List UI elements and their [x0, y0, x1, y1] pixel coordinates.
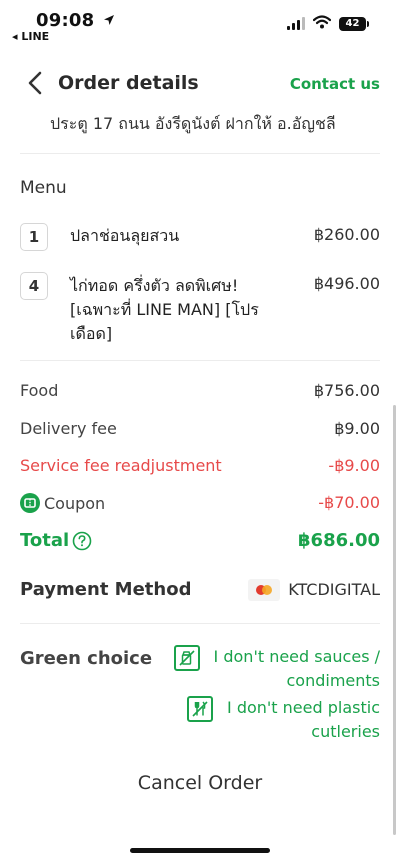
coupon-row: Coupon -฿70.00 [20, 493, 380, 517]
food-label: Food [20, 381, 59, 400]
battery-level: 42 [345, 18, 360, 29]
item-price: ฿260.00 [313, 225, 380, 244]
payment-method-label: Payment Method [20, 579, 192, 600]
green-option-no-cutlery[interactable]: I don't need plastic cutleries [187, 696, 380, 744]
total-label: Total [20, 530, 70, 551]
menu-title: Menu [20, 178, 67, 198]
item-price: ฿496.00 [313, 274, 380, 293]
option-line: cutleries [311, 722, 380, 741]
green-option-text: I don't need plastic cutleries [227, 696, 380, 744]
service-fee-row: Service fee readjustment -฿9.00 [20, 456, 380, 480]
option-line: condiments [286, 671, 380, 690]
wifi-icon [312, 14, 332, 33]
location-arrow-icon [103, 14, 115, 30]
item-quantity: 1 [20, 223, 48, 251]
service-fee-value: -฿9.00 [328, 456, 380, 475]
page-title: Order details [58, 72, 199, 94]
delivery-fee-label: Delivery fee [20, 419, 117, 438]
coupon-label-wrap: Coupon [20, 493, 105, 513]
divider [20, 623, 380, 624]
question-circle-icon[interactable] [72, 531, 92, 551]
status-indicators: 42 [287, 14, 369, 33]
back-to-app-link[interactable]: ◂ LINE [12, 30, 49, 43]
food-value: ฿756.00 [313, 381, 380, 400]
delivery-address: ประตู 17 ถนน อังรีดูนังต์ ฝากให้ อ.อัญชล… [50, 114, 336, 133]
total-row: Total ฿686.00 [20, 528, 380, 556]
item-name: ไก่ทอด ครึ่งตัว ลดพิเศษ! [เฉพาะที่ LINE … [70, 276, 259, 343]
delivery-fee-row: Delivery fee ฿9.00 [20, 419, 380, 443]
delivery-fee-value: ฿9.00 [334, 419, 380, 438]
header: Order details Contact us [0, 62, 400, 106]
payment-method-value: KTCDIGITAL [288, 580, 380, 599]
divider [20, 153, 380, 154]
signal-icon [287, 17, 305, 30]
food-row: Food ฿756.00 [20, 381, 380, 405]
coupon-value: -฿70.00 [318, 493, 380, 512]
mastercard-icon [248, 579, 280, 601]
green-option-text: I don't need sauces / condiments [214, 645, 380, 693]
no-cutlery-icon [187, 696, 214, 722]
home-indicator[interactable] [130, 848, 270, 853]
option-line: I don't need sauces / [213, 647, 380, 666]
status-time: 09:08 [36, 10, 115, 31]
scrollbar[interactable] [393, 405, 396, 835]
back-button[interactable] [22, 68, 48, 98]
item-quantity: 4 [20, 272, 48, 300]
green-choice-label: Green choice [20, 648, 153, 669]
status-bar: 09:08 ◂ LINE 42 [0, 0, 400, 48]
item-name: ปลาช่อนลุยสวน [70, 226, 180, 245]
time-text: 09:08 [36, 10, 95, 31]
battery-icon: 42 [339, 16, 369, 31]
contact-us-link[interactable]: Contact us [290, 75, 380, 93]
option-line: I don't need plastic [227, 698, 380, 717]
coupon-icon [20, 493, 40, 513]
payment-method-row: Payment Method KTCDIGITAL [20, 577, 380, 605]
cancel-order-button[interactable]: Cancel Order [0, 772, 400, 794]
service-fee-label: Service fee readjustment [20, 456, 222, 475]
green-option-no-sauce[interactable]: I don't need sauces / condiments [173, 645, 380, 693]
chevron-left-icon [28, 71, 42, 95]
coupon-label: Coupon [44, 494, 106, 513]
no-sauce-icon [173, 645, 200, 671]
divider [20, 360, 380, 361]
total-value: ฿686.00 [298, 530, 380, 551]
